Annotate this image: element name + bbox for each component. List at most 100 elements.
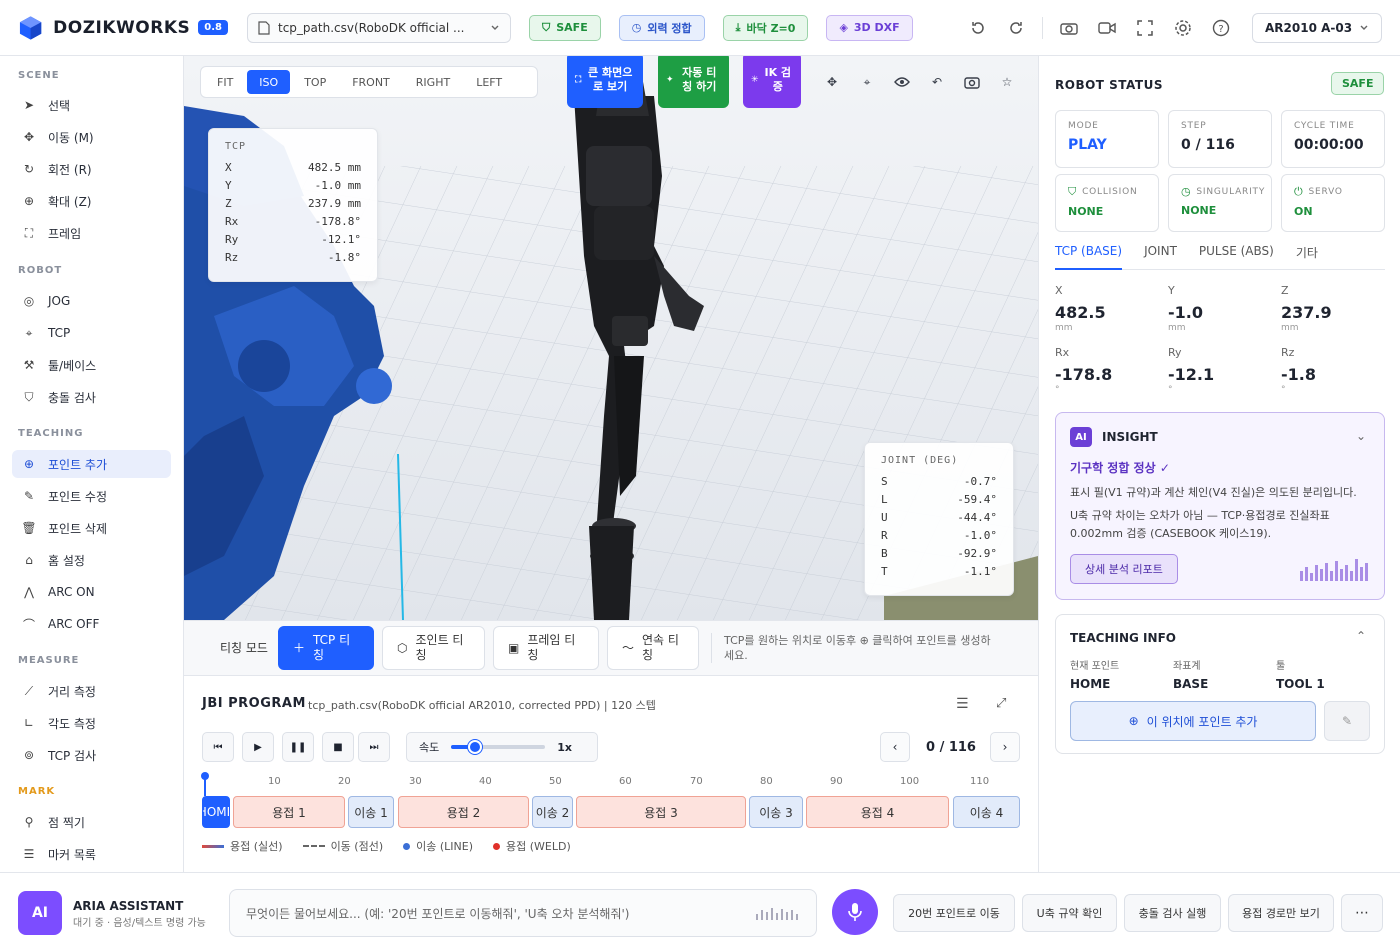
prev-step-button[interactable]: ‹ (880, 732, 910, 762)
view-tab-front[interactable]: FRONT (340, 70, 402, 94)
audio-wave-icon (1300, 559, 1368, 581)
chevron-down-icon[interactable]: ⌄ (1356, 429, 1366, 443)
robot-selector[interactable]: AR2010 A-03 (1252, 13, 1382, 43)
timeline-segment-weld[interactable]: 용접 3 (576, 796, 746, 828)
undo-icon[interactable] (966, 16, 990, 40)
skip-end-button[interactable]: ⏭ (358, 732, 390, 762)
sidebar-item-teaching[interactable]: 🗑 포인트 삭제 (12, 514, 171, 542)
row-value: -0.7° (963, 474, 997, 488)
coord-key: Rx (1055, 346, 1070, 359)
expand-icon[interactable]: ⤢ (996, 696, 1006, 711)
shield-icon: ⛉ (24, 389, 34, 404)
joint-teach-button[interactable]: ⬡ 조인트 티칭 (382, 626, 485, 670)
quick-action-button[interactable]: 20번 포인트로 이동 (893, 894, 1015, 932)
more-icon[interactable]: ⋯ (1341, 894, 1383, 932)
sidebar-item-teaching[interactable]: ⌂ 홈 설정 (12, 546, 171, 574)
add-point-here-button[interactable]: ⊕ 이 위치에 포인트 추가 (1070, 701, 1316, 741)
redo-icon[interactable] (1004, 16, 1028, 40)
quick-action-button[interactable]: 용접 경로만 보기 (1228, 894, 1334, 932)
coord-tab[interactable]: JOINT (1144, 244, 1177, 270)
sidebar-item-scene[interactable]: ✥ 이동 (M) (12, 123, 171, 151)
timeline-segment-move[interactable]: 이송 3 (749, 796, 803, 828)
frame-teach-button[interactable]: ▣ 프레임 티칭 (493, 626, 599, 670)
sidebar-item-measure[interactable]: ∟ 각도 측정 (12, 709, 171, 737)
coord-tab[interactable]: 기타 (1296, 244, 1318, 270)
auto-teach-button[interactable]: ✦ 자동 티칭 하기 (658, 56, 729, 108)
sidebar-item-teaching[interactable]: ✎ 포인트 수정 (12, 482, 171, 510)
sidebar-item-teaching[interactable]: ⌒ ARC OFF (12, 610, 171, 638)
dxf-chip[interactable]: ◈ 3D DXF (826, 14, 913, 41)
sidebar-item-measure[interactable]: ⟋ 거리 측정 (12, 677, 171, 705)
3d-viewport[interactable]: FIT ISO TOP FRONT RIGHT LEFT ⛶ 큰 화면으로 보기 ✦ 자동 티… (184, 56, 1038, 620)
sidebar-item-robot[interactable]: ⌖ TCP (12, 319, 171, 347)
timeline-segment-move[interactable]: 이송 2 (532, 796, 573, 828)
timeline-segment-weld[interactable]: 용접 1 (233, 796, 345, 828)
continuous-teach-button[interactable]: 〜 연속 티칭 (607, 626, 699, 670)
sidebar-item-mark[interactable]: ⚲ 점 찍기 (12, 808, 171, 836)
floor-chip[interactable]: ⤓ 바닥 Z=0 (722, 14, 809, 41)
sidebar-item-teaching[interactable]: ⊕ 포인트 추가 (12, 450, 171, 478)
speed-label: 속도 (419, 741, 440, 754)
sidebar-item-mark[interactable]: ☰ 마커 목록 (12, 840, 171, 868)
sidebar-item-label: 포인트 삭제 (48, 521, 108, 536)
tcp-icon: ⌖ (25, 325, 33, 340)
microphone-icon (848, 903, 862, 921)
sidebar-item-label: 거리 측정 (48, 684, 96, 699)
speed-slider[interactable] (451, 740, 546, 754)
sidebar-item-measure[interactable]: ⊚ TCP 검사 (12, 741, 171, 769)
crosshair-icon[interactable]: ⌖ (855, 70, 879, 94)
view-tab-left[interactable]: LEFT (464, 70, 514, 94)
coord-tab[interactable]: TCP (BASE) (1055, 244, 1123, 270)
view-tab-right[interactable]: RIGHT (404, 70, 462, 94)
view-tab-fit[interactable]: FIT (205, 70, 245, 94)
safe-chip[interactable]: ⛉ SAFE (529, 14, 601, 41)
pause-button[interactable]: ❚❚ (282, 732, 314, 762)
eye-icon[interactable] (890, 70, 914, 94)
view-tab-top[interactable]: TOP (292, 70, 338, 94)
timeline-segment-weld[interactable]: 용접 4 (806, 796, 949, 828)
assistant-input[interactable]: 무엇이든 물어보세요... (예: '20번 포인트로 이동해줘', 'U축 오… (229, 889, 817, 937)
move-icon[interactable]: ✥ (820, 70, 844, 94)
tcp-teach-button[interactable]: ＋ TCP 티칭 (278, 626, 374, 670)
gear-icon[interactable] (1171, 16, 1195, 40)
timeline-segment-move[interactable]: 이송 1 (348, 796, 394, 828)
speed-knob[interactable] (467, 740, 482, 754)
view-tab-iso[interactable]: ISO (247, 70, 291, 94)
star-icon[interactable]: ☆ (995, 70, 1019, 94)
sidebar-item-robot[interactable]: ⚒ 툴/베이스 (12, 351, 171, 379)
detail-report-button[interactable]: 상세 분석 리포트 (1070, 554, 1178, 584)
timeline-segment-weld[interactable]: 용접 2 (398, 796, 529, 828)
coord-tab[interactable]: PULSE (ABS) (1199, 244, 1274, 270)
ik-check-button[interactable]: ✳ IK 검증 (743, 56, 801, 108)
list-icon[interactable]: ☰ (956, 696, 969, 712)
sidebar-item-robot[interactable]: ◎ JOG (12, 287, 171, 315)
sidebar-item-scene[interactable]: ↻ 회전 (R) (12, 155, 171, 183)
help-icon[interactable]: ? (1209, 16, 1233, 40)
file-selector[interactable]: tcp_path.csv(RoboDK official ... (247, 12, 511, 43)
microphone-button[interactable] (832, 889, 878, 935)
sidebar-item-scene[interactable]: ⊕ 확대 (Z) (12, 187, 171, 215)
sparkle-icon: ✦ (666, 75, 674, 85)
stop-button[interactable]: ■ (322, 732, 354, 762)
video-icon[interactable] (1095, 16, 1119, 40)
edit-icon[interactable]: ✎ (1324, 701, 1370, 741)
quick-action-button[interactable]: 충돌 검사 실행 (1124, 894, 1221, 932)
sidebar-item-scene[interactable]: ⛶ 프레임 (12, 219, 171, 247)
skip-start-button[interactable]: ⏮ (202, 732, 234, 762)
quick-action-button[interactable]: U축 규약 확인 (1022, 894, 1117, 932)
status-card-value: NONE (1181, 204, 1217, 217)
sidebar-item-robot[interactable]: ⛉ 충돌 검사 (12, 383, 171, 411)
timeline-segment-move[interactable]: 이송 4 (953, 796, 1020, 828)
fullscreen-view-button[interactable]: ⛶ 큰 화면으로 보기 (567, 56, 643, 108)
next-step-button[interactable]: › (990, 732, 1020, 762)
reset-view-icon[interactable]: ↶ (925, 70, 949, 94)
kinematic-chip[interactable]: ◷ 외력 정합 (618, 14, 705, 41)
sidebar-item-scene[interactable]: ➤ 선택 (12, 91, 171, 119)
timeline-segment-home[interactable]: HOME (202, 796, 230, 828)
play-button[interactable]: ▶ (242, 732, 274, 762)
chevron-up-icon[interactable]: ⌃ (1356, 629, 1366, 643)
camera-icon[interactable] (960, 70, 984, 94)
fullscreen-icon[interactable] (1133, 16, 1157, 40)
sidebar-item-teaching[interactable]: ⋀ ARC ON (12, 578, 171, 606)
camera-icon[interactable] (1057, 16, 1081, 40)
